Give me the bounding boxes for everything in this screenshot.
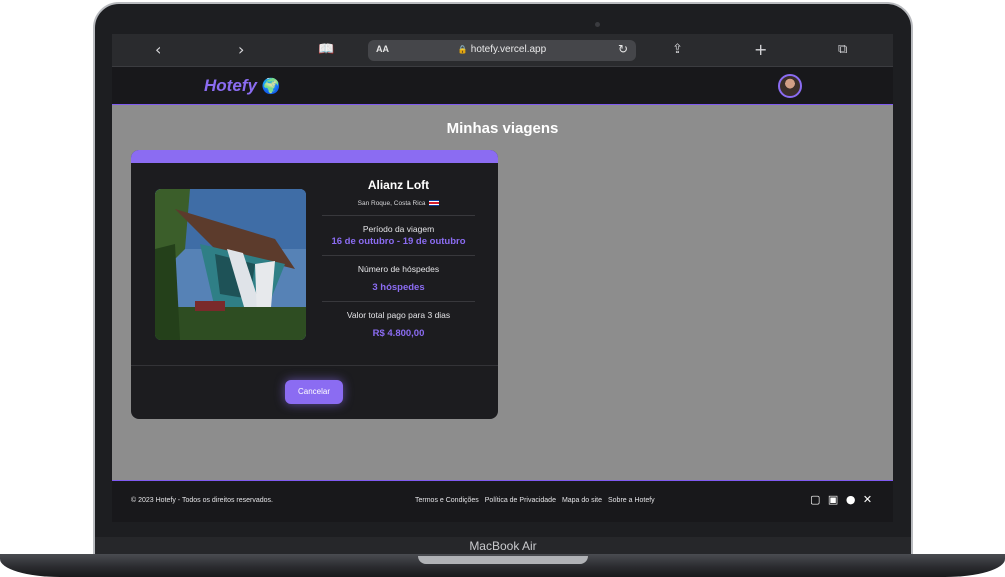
hotel-name: Alianz Loft bbox=[367, 178, 430, 192]
address-bar[interactable]: AA 🔒 hotefy.vercel.app ↻ bbox=[368, 40, 636, 61]
x-icon[interactable]: ✕ bbox=[863, 493, 872, 506]
app-header: Hotefy 🌍 bbox=[112, 67, 893, 105]
user-avatar[interactable] bbox=[778, 74, 802, 98]
divider bbox=[322, 301, 475, 302]
camera bbox=[595, 22, 600, 27]
share-icon[interactable]: ⇪ bbox=[672, 40, 683, 60]
laptop-notch bbox=[418, 556, 588, 564]
trip-details: Alianz Loft San Roque, Costa Rica Períod… bbox=[322, 178, 475, 339]
footer: © 2023 Hotefy - Todos os direitos reserv… bbox=[112, 480, 893, 522]
url-text: hotefy.vercel.app bbox=[470, 44, 547, 55]
period-value: 16 de outubro - 19 de outubro bbox=[322, 236, 475, 247]
card-divider bbox=[131, 365, 498, 366]
tabs-icon[interactable]: ⧉ bbox=[838, 40, 847, 60]
reader-icon[interactable]: 📖 bbox=[318, 40, 334, 60]
end-date: 19 de outubro bbox=[402, 236, 466, 247]
card-accent-bar bbox=[131, 150, 498, 163]
trip-card: Alianz Loft San Roque, Costa Rica Períod… bbox=[131, 150, 498, 419]
total-label: Valor total pago para 3 dias bbox=[346, 310, 451, 320]
model-label: MacBook Air bbox=[469, 539, 537, 553]
logo[interactable]: Hotefy 🌍 bbox=[204, 76, 280, 96]
cancel-button[interactable]: Cancelar bbox=[285, 380, 343, 404]
logo-text: Hotefy bbox=[204, 76, 257, 95]
browser-toolbar: ‹ › 📖 AA 🔒 hotefy.vercel.app ↻ ⇪ + ⧉ bbox=[112, 34, 893, 67]
globe-icon: 🌍 bbox=[261, 77, 281, 95]
total-value: R$ 4.800,00 bbox=[372, 328, 425, 339]
linkedin-icon[interactable]: ▣ bbox=[828, 493, 838, 506]
new-tab-icon[interactable]: + bbox=[754, 40, 767, 60]
divider bbox=[322, 255, 475, 256]
divider bbox=[322, 215, 475, 216]
social-links: ▢ ▣ ● ✕ bbox=[810, 493, 876, 506]
footer-link-about[interactable]: Sobre a Hotefy bbox=[608, 497, 655, 504]
instagram-icon[interactable]: ▢ bbox=[810, 493, 820, 506]
start-date: 16 de outubro bbox=[331, 236, 395, 247]
date-separator: - bbox=[396, 236, 401, 247]
forward-icon[interactable]: › bbox=[238, 40, 244, 60]
footer-links: Termos e Condições Política de Privacida… bbox=[415, 497, 659, 504]
back-icon[interactable]: ‹ bbox=[155, 40, 161, 60]
period-label: Período da viagem bbox=[362, 224, 435, 234]
lock-icon: 🔒 bbox=[457, 45, 468, 54]
github-icon[interactable]: ● bbox=[846, 493, 856, 506]
url-display[interactable]: 🔒 hotefy.vercel.app bbox=[368, 44, 636, 55]
page-title: Minhas viagens bbox=[446, 120, 559, 137]
copyright: © 2023 Hotefy - Todos os direitos reserv… bbox=[131, 497, 273, 504]
screen: ‹ › 📖 AA 🔒 hotefy.vercel.app ↻ ⇪ + ⧉ Hote… bbox=[112, 34, 893, 522]
costa-rica-flag-icon bbox=[429, 200, 440, 207]
location-text: San Roque, Costa Rica bbox=[357, 200, 426, 207]
reload-icon[interactable]: ↻ bbox=[618, 42, 628, 56]
footer-link-terms[interactable]: Termos e Condições bbox=[415, 497, 479, 504]
footer-link-sitemap[interactable]: Mapa do site bbox=[562, 497, 602, 504]
hotel-location: San Roque, Costa Rica bbox=[322, 200, 475, 207]
hotel-photo bbox=[155, 189, 306, 340]
guests-label: Número de hóspedes bbox=[357, 264, 440, 274]
footer-link-privacy[interactable]: Política de Privacidade bbox=[485, 497, 556, 504]
guests-value: 3 hóspedes bbox=[372, 282, 425, 293]
